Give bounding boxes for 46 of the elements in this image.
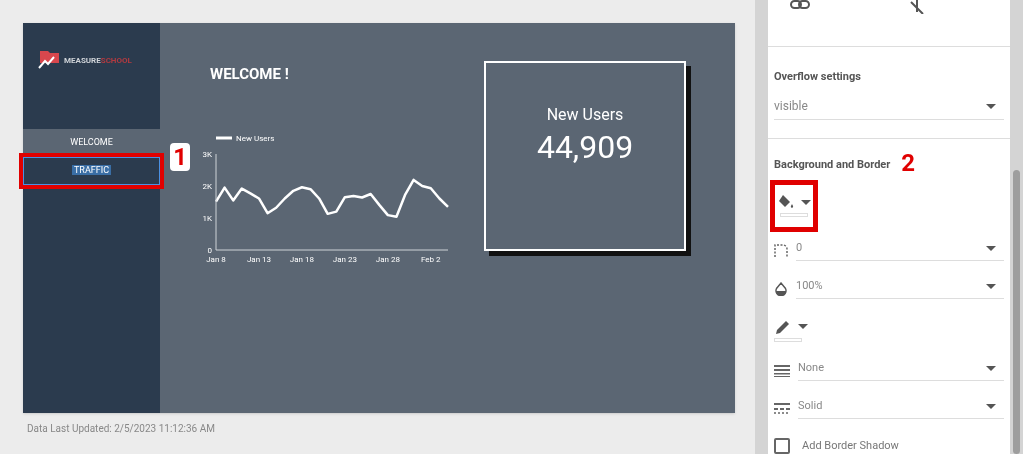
y-tick-label: 2K [202,181,212,191]
caret-icon [801,199,811,205]
x-tick-label: Jan 8 [206,254,226,264]
scorecard-value: 44,909 [536,127,634,167]
last-updated-text: Data Last Updated: 2/5/2023 11:12:36 AM [27,422,216,436]
y-tick-label: 3K [202,149,212,159]
caret-icon [986,365,996,371]
color-swatch [774,337,802,342]
style-dropdown[interactable]: None [798,359,1004,382]
x-tick-label: Feb 2 [421,254,441,264]
corner-radius-icon [774,243,788,258]
section-label: Background and Border [774,156,891,173]
annotation-number: 1 [170,143,190,171]
paint-bucket-icon [777,194,795,210]
logo-text: MEASURESCHOOL [64,55,132,67]
caret-icon [986,103,996,109]
legend-swatch [216,136,232,139]
checkbox[interactable] [774,437,790,454]
y-tick-label: 0 [207,245,212,255]
style-dropdown[interactable]: Solid [798,397,1004,420]
caret-icon [986,403,996,409]
style-dropdown[interactable]: 0 [796,239,1004,262]
scrollbar[interactable] [1010,0,1023,454]
border-weight-icon [774,363,790,378]
caret-icon [986,283,996,289]
opacity-icon [774,281,788,296]
border-style-icon [774,401,790,416]
fill-color-button[interactable] [770,179,818,232]
style-dropdown[interactable]: 100% [796,277,1004,300]
overflow-dropdown[interactable]: visible [774,97,1004,121]
legend-label: New Users [236,133,275,143]
link-icon[interactable] [790,0,810,10]
x-tick-label: Jan 23 [332,254,357,264]
color-swatch [780,213,808,217]
clear-format-icon[interactable] [910,0,924,14]
x-tick-label: Jan 28 [375,254,400,264]
caret-icon [798,324,808,329]
page-heading: WELCOME ! [210,64,290,85]
section-label: Overflow settings [774,70,861,84]
logo-icon [38,48,60,70]
caret-icon [986,245,996,251]
checkbox-label: Add Border Shadow [802,437,899,454]
scorecard-label: New Users [546,104,624,126]
y-tick-label: 1K [202,213,212,223]
x-tick-label: Jan 18 [289,254,314,264]
x-tick-label: Jan 13 [246,254,272,264]
